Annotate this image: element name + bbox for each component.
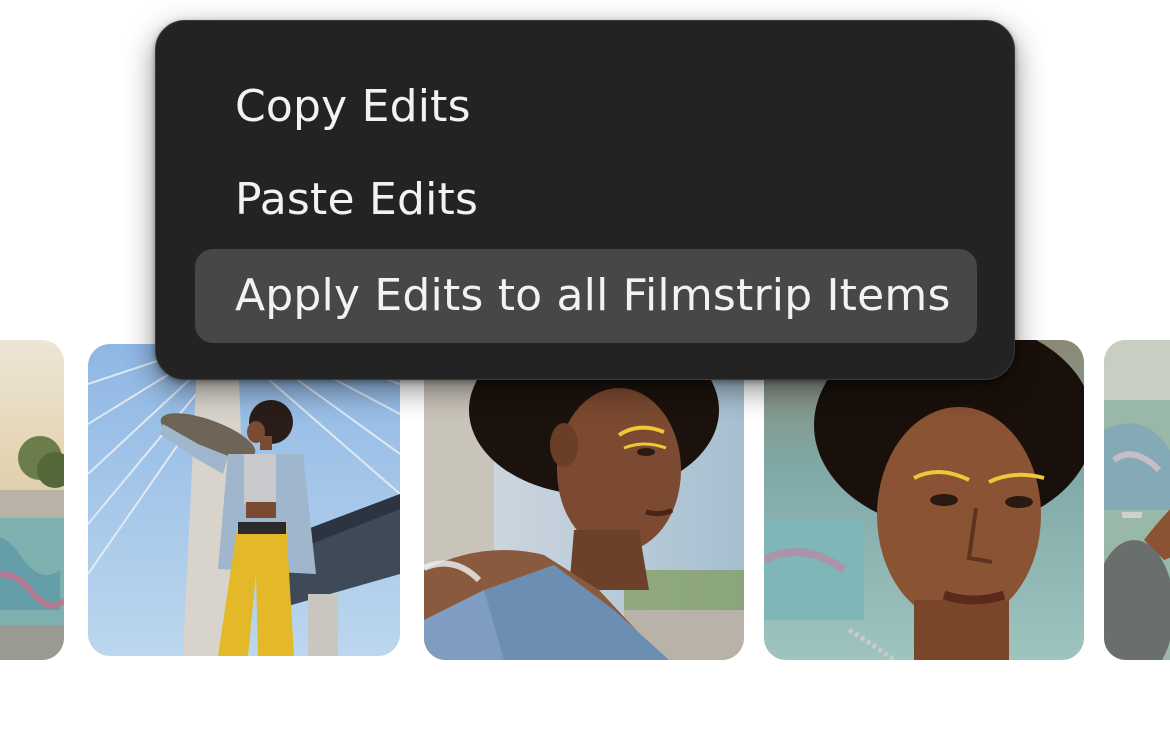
filmstrip-thumbnail[interactable]	[424, 340, 744, 660]
filmstrip-thumbnail[interactable]	[1104, 340, 1170, 660]
context-menu: Copy Edits Paste Edits Apply Edits to al…	[155, 20, 1015, 380]
thumbnail-image	[764, 340, 1084, 660]
menu-item-apply-edits-all[interactable]: Apply Edits to all Filmstrip Items	[195, 249, 977, 343]
filmstrip-thumbnail[interactable]	[764, 340, 1084, 660]
thumbnail-image	[1104, 340, 1170, 660]
menu-item-copy-edits[interactable]: Copy Edits	[195, 60, 977, 154]
filmstrip-thumbnail[interactable]	[88, 344, 400, 656]
thumbnail-image	[88, 344, 400, 656]
thumbnail-image	[0, 340, 64, 660]
app-stage: Copy Edits Paste Edits Apply Edits to al…	[0, 0, 1170, 740]
thumbnail-image	[424, 340, 744, 660]
menu-item-paste-edits[interactable]: Paste Edits	[195, 153, 977, 247]
filmstrip-thumbnail[interactable]	[0, 340, 64, 660]
